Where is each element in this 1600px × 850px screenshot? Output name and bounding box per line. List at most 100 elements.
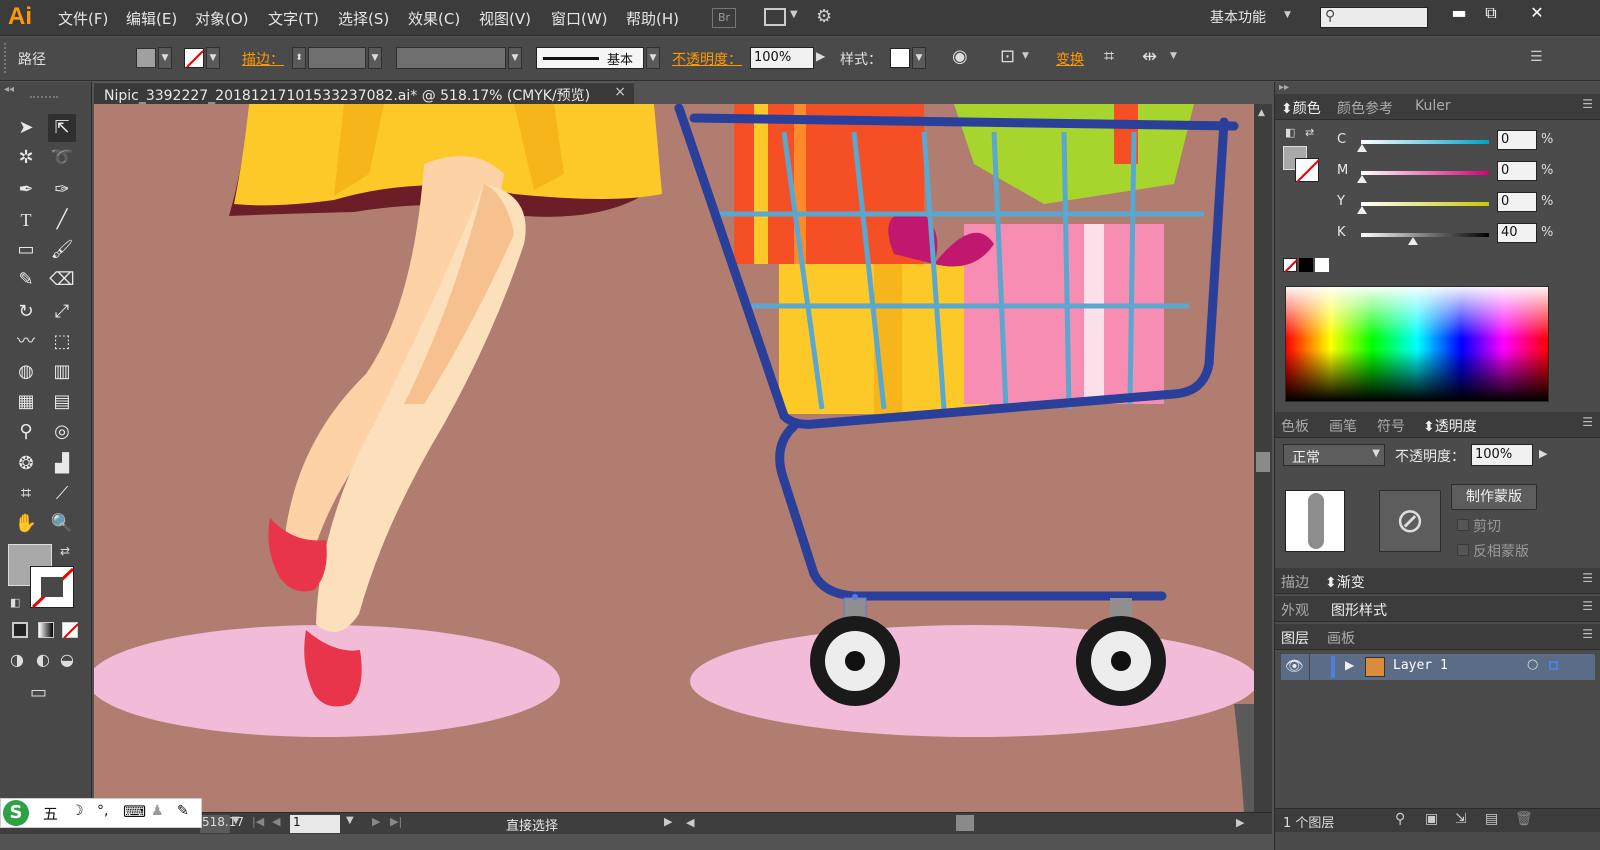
make-mask-button[interactable]: 制作蒙版	[1451, 484, 1537, 510]
distribute-icon[interactable]: ⇹	[1142, 46, 1157, 67]
stroke-link[interactable]: 描边：	[242, 49, 284, 69]
new-layer-icon[interactable]: ▤	[1485, 811, 1498, 827]
punctuation-icon[interactable]: °,	[97, 803, 108, 819]
brush-dropdown[interactable]: ▼	[646, 47, 660, 69]
rotate-tool-icon[interactable]: ↻	[12, 298, 40, 326]
perspective-grid-tool-icon[interactable]: ▥	[48, 358, 76, 386]
blend-mode-select[interactable]: 正常 ▼	[1283, 444, 1385, 466]
tab-color[interactable]: ⬍颜色	[1281, 98, 1321, 118]
vertical-scrollbar[interactable]: ▲	[1254, 104, 1272, 812]
rectangle-tool-icon[interactable]: ▭	[12, 236, 40, 264]
chevron-down-icon[interactable]: ▼	[790, 9, 798, 20]
variable-width-profile[interactable]	[396, 47, 506, 69]
opacity-input[interactable]: 100%	[750, 47, 814, 69]
column-graph-tool-icon[interactable]: ▟	[48, 450, 76, 478]
paintbrush-tool-icon[interactable]: 🖌	[48, 236, 76, 264]
tab-gradient[interactable]: ⬍渐变	[1325, 572, 1365, 592]
collapse-icon[interactable]: ▸▸	[1279, 82, 1289, 93]
stroke-dropdown[interactable]: ▼	[206, 47, 220, 69]
symbol-sprayer-tool-icon[interactable]: ❂	[12, 450, 40, 478]
channel-value-k[interactable]: 40	[1497, 223, 1537, 243]
gradient-tool-icon[interactable]: ▤	[48, 388, 76, 416]
menu-window[interactable]: 窗口(W)	[551, 8, 608, 29]
chevron-down-icon[interactable]: ▼	[1284, 10, 1291, 20]
pen-tool-icon[interactable]: ✒	[12, 176, 40, 204]
none-swatch[interactable]	[1283, 258, 1298, 273]
zoom-field[interactable]: 518.17	[200, 815, 244, 833]
scroll-thumb[interactable]	[1256, 452, 1270, 472]
new-sublayer-icon[interactable]: ⇲	[1455, 811, 1467, 827]
close-button[interactable]: ✕	[1518, 2, 1556, 26]
style-dropdown[interactable]: ▼	[912, 47, 926, 69]
workspace-switcher[interactable]: 基本功能	[1210, 7, 1266, 27]
scroll-up-icon[interactable]: ▲	[1258, 108, 1265, 118]
panel-menu-icon[interactable]: ☰	[1530, 49, 1543, 65]
menu-object[interactable]: 对象(O)	[195, 8, 249, 29]
scale-tool-icon[interactable]: ⤢	[48, 298, 76, 326]
search-input[interactable]: ⚲	[1320, 7, 1428, 28]
make-clipping-mask-icon[interactable]: ▣	[1425, 811, 1438, 827]
tab-stroke[interactable]: 描边	[1281, 572, 1309, 592]
none-mode-icon[interactable]	[62, 622, 79, 639]
swap-icon[interactable]: ⇄	[60, 544, 70, 558]
channel-value-c[interactable]: 0	[1497, 130, 1537, 150]
prev-page-icon[interactable]: ◀	[272, 815, 280, 828]
tab-artboards[interactable]: 画板	[1327, 628, 1355, 648]
page-field[interactable]: 1	[290, 815, 340, 833]
channel-value-m[interactable]: 0	[1497, 161, 1537, 181]
profile-dropdown[interactable]: ▼	[508, 47, 522, 69]
menu-file[interactable]: 文件(F)	[58, 8, 108, 29]
menu-effect[interactable]: 效果(C)	[408, 8, 460, 29]
visibility-eye-icon[interactable]: 👁	[1285, 657, 1304, 675]
invert-mask-checkbox[interactable]	[1457, 544, 1469, 556]
mesh-tool-icon[interactable]: ▦	[12, 388, 40, 416]
mask-thumbnail[interactable]: ⊘	[1379, 490, 1441, 552]
menu-type[interactable]: 文字(T)	[268, 8, 319, 29]
shape-builder-tool-icon[interactable]: ◍	[12, 358, 40, 386]
opacity-link[interactable]: 不透明度：	[672, 49, 742, 69]
channel-slider-c[interactable]	[1361, 140, 1489, 144]
locate-object-icon[interactable]: ⚲	[1395, 811, 1405, 827]
draw-normal-icon[interactable]: ◑	[10, 650, 24, 669]
keyboard-icon[interactable]: ⌨	[123, 802, 146, 821]
zoom-tool-icon[interactable]: 🔍	[48, 510, 76, 538]
tab-appearance[interactable]: 外观	[1281, 600, 1309, 620]
ime-mode[interactable]: 五	[43, 803, 58, 824]
menu-view[interactable]: 视图(V)	[479, 8, 531, 29]
stroke-swatch[interactable]	[184, 48, 204, 68]
slider-thumb[interactable]	[1408, 237, 1419, 245]
slider-thumb[interactable]	[1357, 206, 1367, 214]
chevron-down-icon[interactable]: ▼	[1170, 51, 1177, 61]
chevron-down-icon[interactable]: ▼	[1022, 51, 1029, 61]
artboard-tool-icon[interactable]: ⌗	[12, 480, 40, 508]
horizontal-scroll-thumb[interactable]	[956, 815, 974, 831]
status-menu-icon[interactable]: ▶	[664, 815, 672, 828]
last-page-icon[interactable]: ▶|	[390, 815, 402, 828]
fill-dropdown[interactable]: ▼	[158, 47, 172, 69]
black-swatch[interactable]	[1299, 258, 1313, 272]
menu-select[interactable]: 选择(S)	[338, 8, 389, 29]
curvature-tool-icon[interactable]: ✑	[48, 176, 76, 204]
skin-icon[interactable]: ♟	[151, 803, 164, 819]
panel-menu-icon[interactable]: ☰	[1582, 97, 1593, 111]
artboard-canvas[interactable]	[94, 104, 1254, 812]
recolor-icon[interactable]: ◉	[952, 46, 968, 67]
brush-definition[interactable]: 基本	[536, 47, 644, 69]
tab-swatches[interactable]: 色板	[1281, 416, 1309, 436]
document-tab[interactable]: Nipic_3392227_20181217101533237082.ai* @…	[94, 82, 634, 104]
panel-menu-icon[interactable]: ☰	[1582, 571, 1593, 585]
layer-name[interactable]: Layer 1	[1393, 658, 1448, 673]
screen-mode-icon[interactable]: ▭	[30, 682, 47, 703]
magic-wand-tool-icon[interactable]: ✲	[12, 144, 40, 172]
tools-icon[interactable]: ✎	[177, 803, 189, 819]
panel-menu-icon[interactable]: ☰	[1582, 599, 1593, 613]
zoom-dropdown[interactable]: ▼	[232, 815, 240, 826]
transform-link[interactable]: 变换	[1056, 49, 1084, 69]
color-spectrum[interactable]	[1285, 286, 1549, 402]
default-colors-icon[interactable]: ◧	[10, 596, 20, 609]
grip-handle[interactable]	[30, 96, 58, 99]
line-tool-icon[interactable]: ╱	[48, 206, 76, 234]
warp-tool-icon[interactable]: 〰	[12, 328, 40, 356]
direct-selection-tool-icon[interactable]: ⇱	[48, 114, 76, 142]
page-dropdown[interactable]: ▼	[346, 815, 354, 826]
